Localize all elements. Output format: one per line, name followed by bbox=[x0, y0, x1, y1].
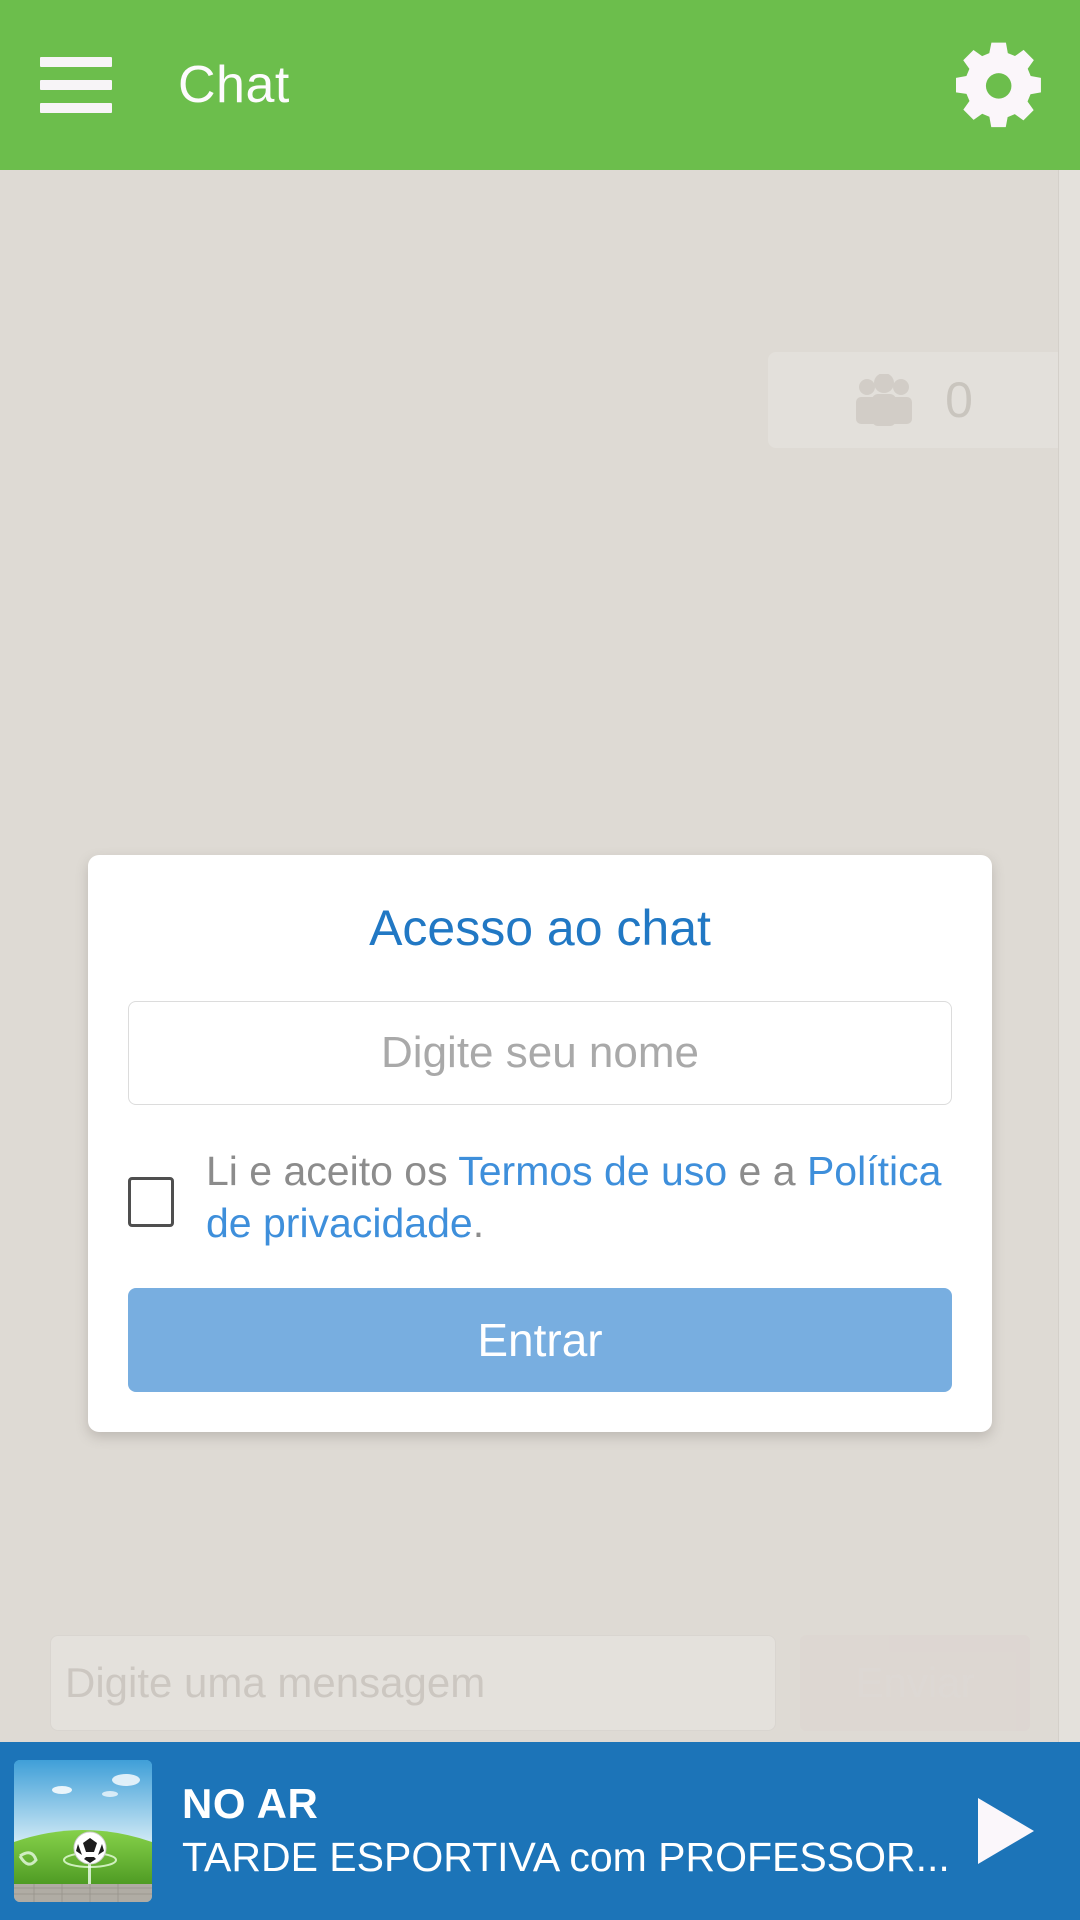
terms-of-use-link[interactable]: Termos de uso bbox=[458, 1148, 727, 1194]
terms-acceptance-row: Li e aceito os Termos de uso e a Polític… bbox=[128, 1145, 952, 1250]
hamburger-menu-icon[interactable] bbox=[40, 57, 112, 113]
name-input[interactable]: Digite seu nome bbox=[128, 1001, 952, 1105]
dialog-title: Acesso ao chat bbox=[369, 900, 711, 956]
app-header: Chat bbox=[0, 0, 1080, 170]
play-triangle-icon[interactable] bbox=[960, 1786, 1050, 1876]
hamburger-bar bbox=[40, 103, 112, 113]
chat-access-dialog: Acesso ao chat Digite seu nome Li e acei… bbox=[88, 855, 992, 1432]
hamburger-bar bbox=[40, 57, 112, 67]
message-input[interactable]: Digite uma mensagem bbox=[50, 1635, 776, 1731]
soccer-field-thumbnail bbox=[14, 1760, 152, 1902]
vertical-scrollbar[interactable] bbox=[1058, 170, 1080, 1742]
now-playing-bar: NO AR TARDE ESPORTIVA com PROFESSOR... bbox=[0, 1742, 1080, 1920]
on-air-status-badge: NO AR bbox=[182, 1779, 319, 1827]
terms-middle-text: e a bbox=[727, 1148, 807, 1194]
message-composer: Digite uma mensagem Enviar bbox=[0, 1624, 1058, 1742]
now-playing-info: NO AR TARDE ESPORTIVA com PROFESSOR... bbox=[182, 1780, 960, 1882]
participants-counter: 0 bbox=[768, 352, 1058, 448]
terms-prefix-text: Li e aceito os bbox=[206, 1148, 459, 1194]
terms-suffix-text: . bbox=[472, 1200, 485, 1247]
terms-checkbox[interactable] bbox=[128, 1177, 174, 1227]
chat-message-area: 0 Digite uma mensagem Enviar Acesso ao c… bbox=[0, 170, 1080, 1742]
program-title: TARDE ESPORTIVA com PROFESSOR... bbox=[182, 1833, 950, 1880]
send-button-label: Enviar bbox=[855, 1659, 975, 1706]
send-message-button[interactable]: Enviar bbox=[800, 1635, 1030, 1731]
page-title: Chat bbox=[178, 56, 290, 114]
name-input-placeholder: Digite seu nome bbox=[381, 1028, 699, 1077]
enter-chat-button[interactable]: Entrar bbox=[128, 1287, 952, 1392]
chat-app-shell: Chat 0 Digite uma mensagem Enviar Acesso… bbox=[0, 0, 1080, 1920]
hamburger-bar bbox=[40, 80, 112, 90]
message-input-placeholder: Digite uma mensagem bbox=[65, 1659, 486, 1706]
users-group-icon bbox=[853, 374, 915, 426]
participants-count-value: 0 bbox=[945, 372, 973, 428]
terms-label: Li e aceito os Termos de uso e a Polític… bbox=[206, 1145, 952, 1250]
gear-icon[interactable] bbox=[948, 33, 1052, 137]
